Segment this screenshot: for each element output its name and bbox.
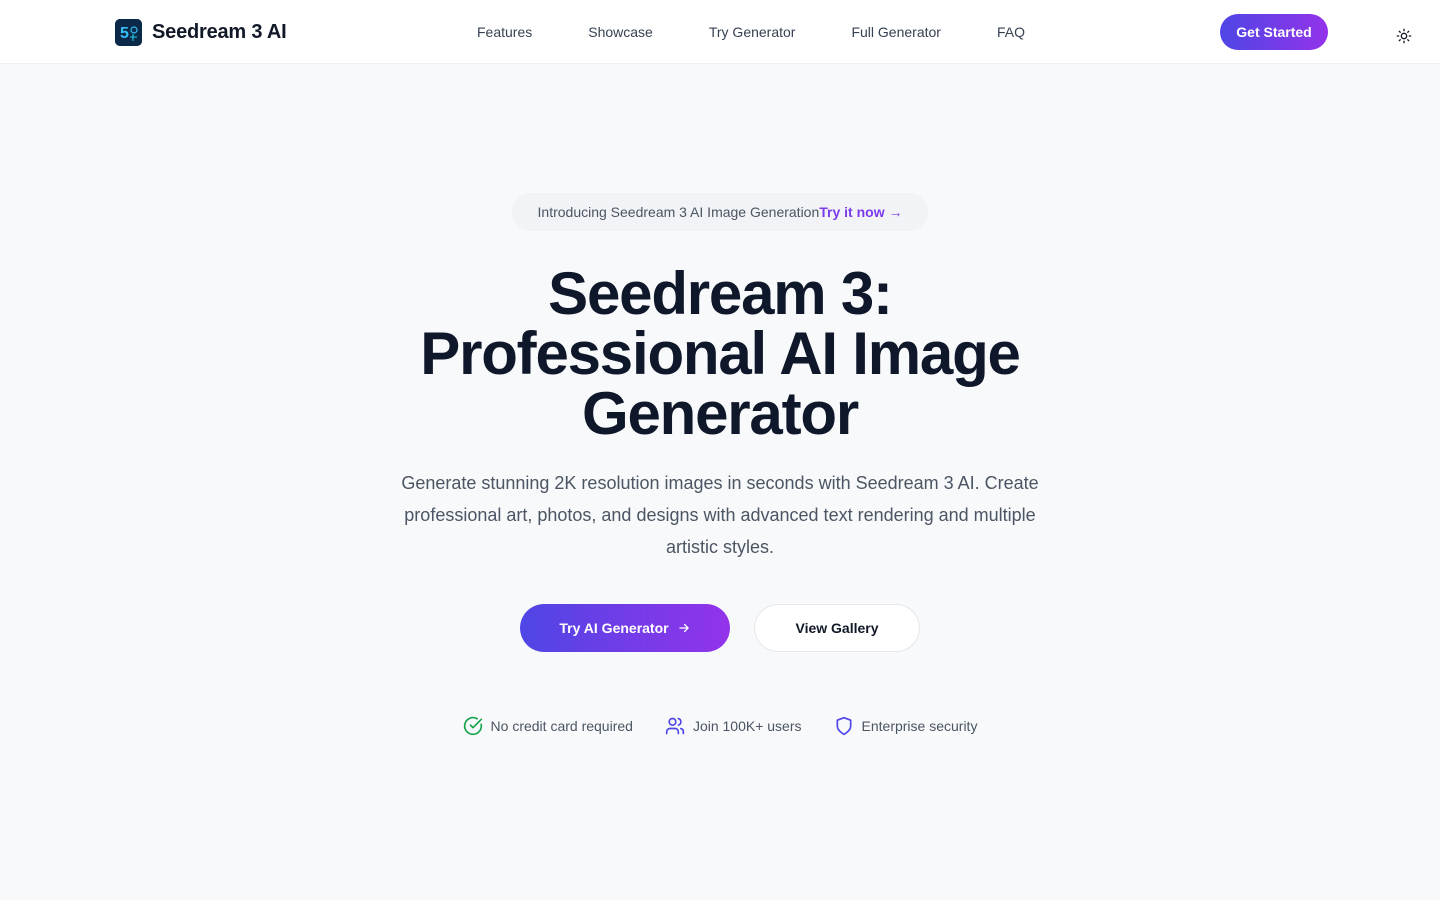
hero-title: Seedream 3: Professional AI Image Genera… [320, 264, 1120, 444]
svg-text:5: 5 [120, 25, 129, 42]
hero-title-line-3: Generator [582, 380, 859, 447]
trust-item-security: Enterprise security [834, 716, 978, 736]
arrow-right-icon [678, 623, 689, 633]
nav-full-generator[interactable]: Full Generator [851, 24, 940, 40]
hero-title-line-1: Seedream 3: [548, 260, 893, 327]
badge-text: Introducing Seedream 3 AI Image Generati… [537, 204, 820, 220]
trust-label: No credit card required [490, 718, 633, 734]
trust-label: Join 100K+ users [692, 718, 802, 734]
try-ai-generator-button[interactable]: Try AI Generator [520, 604, 730, 652]
hero-title-line-2: Professional AI Image [420, 320, 1021, 387]
users-icon [665, 717, 685, 735]
view-gallery-button[interactable]: View Gallery [754, 604, 920, 652]
trust-indicators: No credit card required Join 100K+ users… [0, 714, 1440, 738]
check-circle-icon [463, 716, 482, 736]
announcement-badge: Introducing Seedream 3 AI Image Generati… [512, 193, 928, 231]
try-it-now-link[interactable]: Try it now → [819, 204, 902, 220]
seedream-logo-icon: 5 [115, 18, 142, 46]
brand-link[interactable]: 5 Seedream 3 AI [115, 18, 287, 46]
trust-item-users: Join 100K+ users [665, 716, 802, 736]
nav-try-generator[interactable]: Try Generator [709, 24, 796, 40]
shield-icon [836, 716, 852, 736]
trust-label: Enterprise security [861, 718, 978, 734]
hero-subtitle: Generate stunning 2K resolution images i… [401, 473, 1039, 557]
trust-item-no-credit-card: No credit card required [463, 716, 633, 736]
main-nav: Features Showcase Try Generator Full Gen… [477, 22, 1025, 42]
brand-name: Seedream 3 AI [152, 20, 287, 43]
nav-features[interactable]: Features [477, 24, 532, 40]
get-started-button[interactable]: Get Started [1220, 14, 1328, 50]
try-ai-generator-label: Try AI Generator [559, 620, 669, 636]
nav-showcase[interactable]: Showcase [588, 24, 653, 40]
sun-icon[interactable] [1394, 26, 1414, 46]
nav-faq[interactable]: FAQ [997, 24, 1025, 40]
site-header: 5 Seedream 3 AI Features Showcase Try Ge… [0, 0, 1440, 64]
